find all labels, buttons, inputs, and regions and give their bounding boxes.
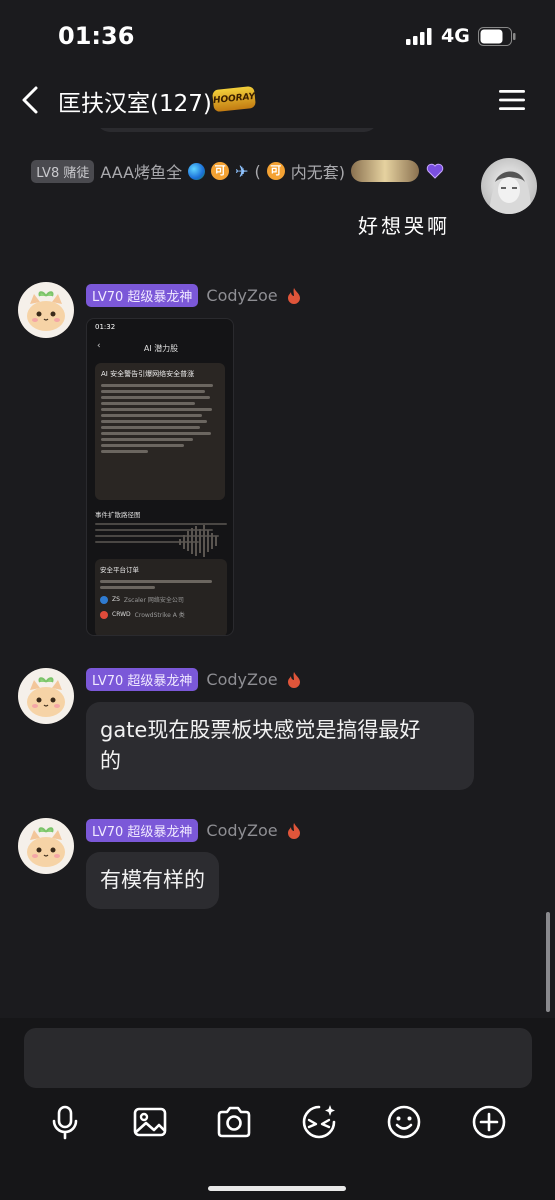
message-meta: LV70 超级暴龙神 CodyZoe: [86, 819, 302, 842]
globe-emoji-icon: [188, 162, 206, 180]
coin-emoji-icon: 可: [266, 162, 285, 180]
emoji-icon[interactable]: [384, 1102, 424, 1142]
chat-header: 匡扶汉室(127) HOORAY: [0, 72, 555, 128]
zscaler-logo-icon: [100, 595, 108, 604]
cat-avatar-icon: [27, 291, 65, 331]
ticker-row: CRWD CrowdStrike A 类: [100, 610, 222, 619]
message-text-line: 的: [100, 749, 121, 773]
level-tag: LV70 超级暴龙神: [86, 668, 199, 691]
avatar[interactable]: [18, 668, 74, 724]
network-type: 4G: [441, 25, 470, 47]
level-tag: LV70 超级暴龙神: [86, 819, 199, 842]
level-tag: LV8 赌徒: [31, 159, 95, 183]
status-time: 01:36: [58, 22, 135, 50]
composer-toolbar: [0, 1102, 555, 1142]
message-bubble[interactable]: 有模有样的: [86, 852, 219, 909]
fire-icon: [287, 671, 300, 688]
ticker-row: ZS Zscaler 网络安全公司: [100, 595, 222, 604]
microphone-icon[interactable]: [45, 1102, 85, 1142]
previous-message-bubble: [96, 128, 378, 132]
chat-title[interactable]: 匡扶汉室(127): [58, 84, 212, 118]
message-list[interactable]: LV8 赌徒 AAA烤鱼全 可 ✈ ( 可 内无套) 好想哭啊 LV70 超级暴…: [0, 128, 555, 1018]
waveform-icon: [179, 525, 217, 557]
sender-name: AAA烤鱼全: [100, 163, 183, 182]
message-meta: LV70 超级暴龙神 CodyZoe: [86, 284, 302, 307]
screenshot-card-heading: AI 安全警告引爆网络安全普涨: [101, 370, 195, 378]
sender-name: CodyZoe: [206, 821, 278, 840]
sender-name: CodyZoe: [206, 670, 278, 689]
message-input[interactable]: [24, 1028, 532, 1088]
screenshot-card-orders: 安全平台订单 ZS Zscaler 网络安全公司 CRWD CrowdStrik…: [95, 559, 227, 635]
avatar[interactable]: [18, 818, 74, 874]
screenshot-time: 01:32: [95, 323, 116, 331]
fire-icon: [287, 287, 300, 304]
image-icon[interactable]: [130, 1102, 170, 1142]
anime-avatar-icon: [489, 168, 531, 214]
message-text: 有模有样的: [100, 868, 205, 892]
message-meta: LV70 超级暴龙神 CodyZoe: [86, 668, 302, 691]
back-button[interactable]: [14, 82, 46, 118]
avatar[interactable]: [18, 282, 74, 338]
decoration-frame-icon: [351, 160, 419, 182]
heart-badge-icon: [426, 163, 444, 179]
status-bar: 01:36 4G: [0, 0, 555, 72]
cat-avatar-icon: [27, 827, 65, 867]
ticker: ZS: [112, 596, 120, 603]
fire-icon: [287, 822, 300, 839]
airplane-emoji-icon: ✈: [235, 161, 249, 181]
avatar[interactable]: [481, 158, 537, 214]
coin-emoji-icon: 可: [211, 162, 230, 180]
sender-name: CodyZoe: [206, 286, 278, 305]
plus-icon[interactable]: [469, 1102, 509, 1142]
screenshot-title: AI 潜力股: [143, 344, 179, 353]
battery-icon: [478, 27, 516, 46]
group-badge: HOORAY: [211, 85, 257, 113]
message-meta-right: LV8 赌徒 AAA烤鱼全 可 ✈ ( 可 内无套): [31, 158, 445, 184]
message-text[interactable]: 好想哭啊: [358, 210, 450, 239]
cat-avatar-icon: [27, 677, 65, 717]
menu-button[interactable]: [496, 86, 528, 114]
home-indicator[interactable]: [208, 1186, 346, 1191]
crowdstrike-logo-icon: [100, 610, 108, 619]
scrollbar[interactable]: [546, 912, 550, 1012]
composer: [0, 1018, 555, 1200]
ticker-name: Zscaler 网络安全公司: [123, 597, 184, 604]
sender-name-paren: (: [254, 161, 261, 181]
sender-name-suffix: 内无套): [290, 163, 345, 182]
ticker: CRWD: [112, 611, 131, 618]
ticker-name: CrowdStrike A 类: [134, 612, 185, 619]
message-text-line: gate现在股票板块感觉是搞得最好: [100, 718, 421, 742]
message-bubble[interactable]: gate现在股票板块感觉是搞得最好 的: [86, 702, 474, 790]
sticker-search-icon[interactable]: [299, 1102, 339, 1142]
camera-icon[interactable]: [214, 1102, 254, 1142]
level-tag: LV70 超级暴龙神: [86, 284, 199, 307]
screenshot-card: AI 安全警告引爆网络安全普涨: [95, 363, 225, 500]
screenshot-section-title: 事件扩散路径图: [95, 511, 141, 519]
signal-icon: [406, 28, 432, 45]
screenshot-card2-heading: 安全平台订单: [100, 566, 139, 574]
image-message[interactable]: 01:32 ‹ AI 潜力股 AI 安全警告引爆网络安全普涨 事件扩散路径图 安…: [86, 318, 234, 636]
